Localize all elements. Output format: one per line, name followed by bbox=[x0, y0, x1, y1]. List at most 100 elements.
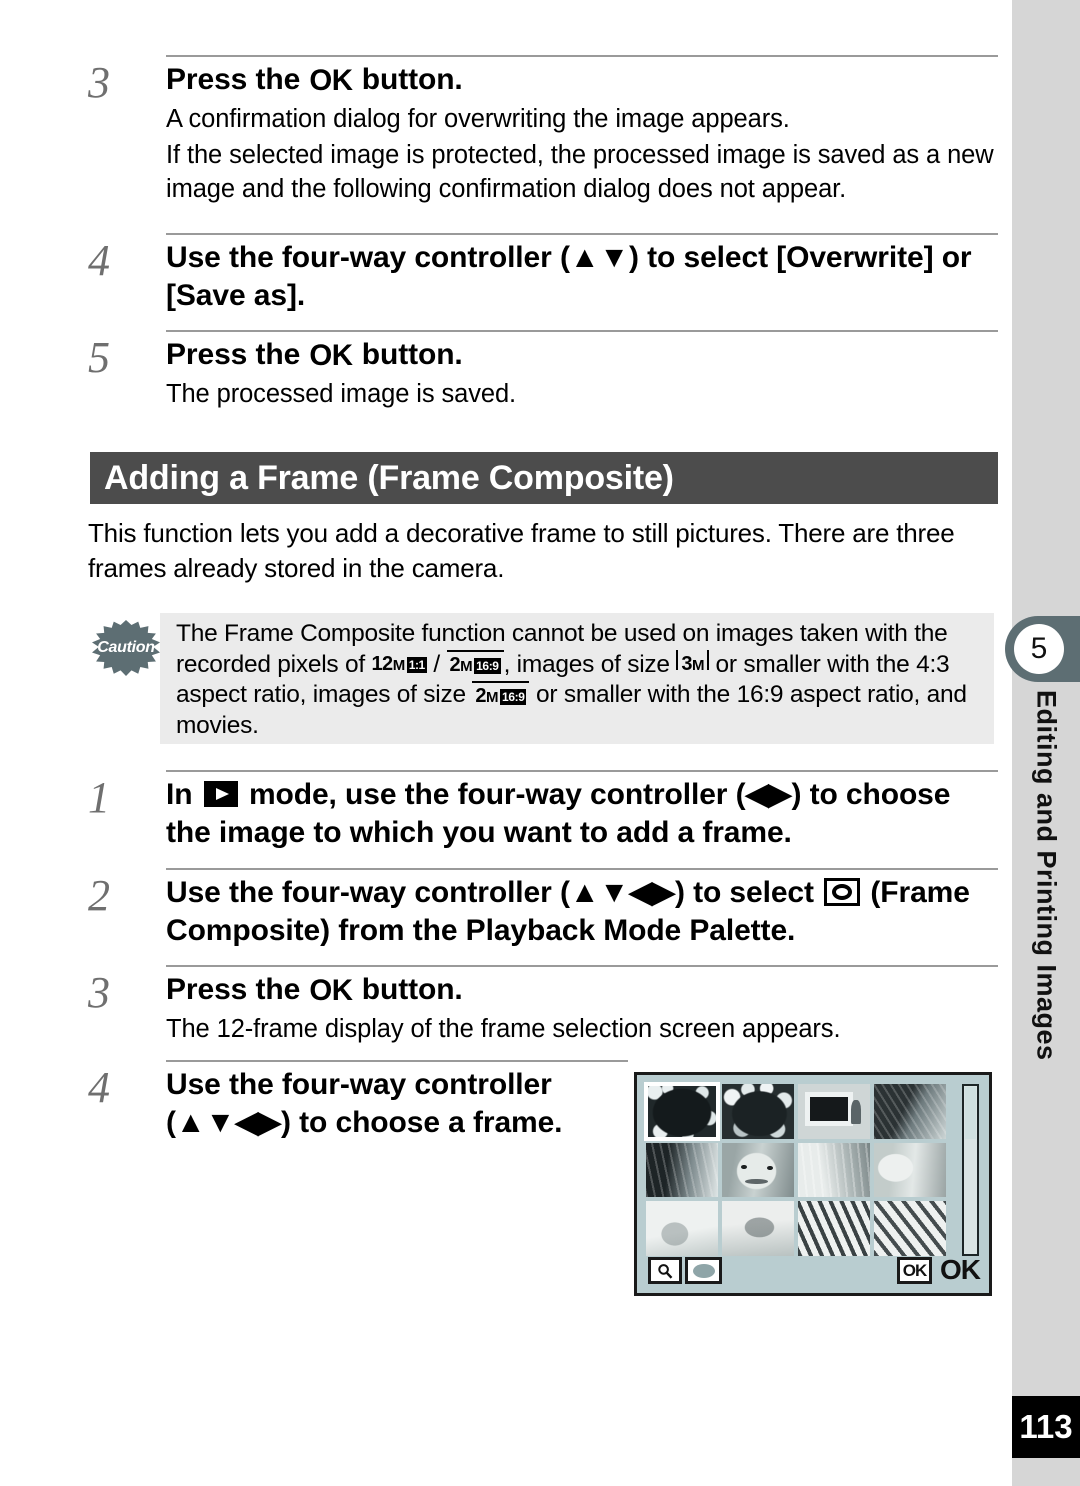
pixel-size-2m-16to9-b: 2M 16:9 bbox=[472, 680, 530, 709]
pixel-size-unit: M bbox=[486, 688, 499, 706]
step-paragraph: If the selected image is protected, the … bbox=[166, 141, 994, 204]
frame-thumbnail[interactable] bbox=[874, 1201, 946, 1256]
step-body: Use the four-way controller (▲▼◀▶) to ch… bbox=[166, 1060, 628, 1142]
lcd-scrollbar-thumb[interactable] bbox=[965, 1087, 976, 1139]
oval-icon[interactable] bbox=[685, 1257, 722, 1284]
camera-lcd-screen: OK OK bbox=[634, 1072, 992, 1296]
section-header: Adding a Frame (Frame Composite) bbox=[90, 452, 998, 504]
step-number: 5 bbox=[88, 333, 110, 382]
ok-button-glyph: OK bbox=[309, 974, 353, 1008]
step-body: Use the four-way controller (▲▼) to sele… bbox=[166, 233, 998, 315]
pixel-size-3m: 3M bbox=[676, 649, 709, 677]
step-heading-part-a: Use the four-way controller (▲▼◀▶) to se… bbox=[166, 876, 823, 909]
step-number: 1 bbox=[88, 773, 110, 822]
lcd-bottom-bar: OK OK bbox=[637, 1253, 989, 1289]
step-heading-part-b: mode, use the four-way controller (◀▶) t… bbox=[166, 778, 951, 850]
step-heading-post: button. bbox=[353, 63, 463, 96]
step-heading-pre: Press the bbox=[166, 338, 309, 371]
frame-thumbnail[interactable] bbox=[874, 1142, 946, 1198]
step-divider bbox=[166, 1060, 628, 1062]
pixel-size-value: 2 bbox=[449, 654, 461, 677]
lcd-scrollbar[interactable] bbox=[962, 1084, 979, 1256]
pixel-size-2m-16to9: 2M 16:9 bbox=[446, 650, 504, 678]
step-divider bbox=[166, 965, 998, 967]
step-heading-post: button. bbox=[353, 338, 463, 371]
ok-button-glyph: OK bbox=[309, 64, 353, 98]
page-content: 3 Press the OK button. A confirmation di… bbox=[0, 0, 1012, 1486]
step-heading: Use the four-way controller (▲▼) to sele… bbox=[166, 241, 972, 313]
step-heading-part-a: In bbox=[166, 778, 201, 811]
step-heading-pre: Press the bbox=[166, 973, 309, 1006]
frame-thumbnail[interactable] bbox=[722, 1201, 794, 1256]
oval-glyph bbox=[692, 1263, 715, 1278]
step-divider bbox=[166, 233, 998, 235]
step-block-4-bottom: 4 Use the four-way controller (▲▼◀▶) to … bbox=[88, 1060, 628, 1142]
frame-thumbnail[interactable] bbox=[722, 1084, 794, 1139]
pixel-size-unit: M bbox=[392, 656, 406, 674]
step-divider bbox=[166, 868, 998, 870]
step-paragraph: The 12-frame display of the frame select… bbox=[166, 1014, 841, 1043]
step-number: 4 bbox=[88, 236, 110, 285]
chapter-tab: 5 bbox=[1005, 616, 1080, 682]
step-body: Press the OK button. The 12-frame displa… bbox=[166, 965, 998, 1046]
frame-thumbnail[interactable] bbox=[646, 1201, 718, 1256]
pixel-size-value: 3 bbox=[681, 652, 692, 675]
frame-thumbnail[interactable] bbox=[798, 1084, 870, 1139]
chapter-number-badge: 5 bbox=[1014, 624, 1064, 674]
step-number: 2 bbox=[88, 871, 110, 920]
lcd-ok-label: OK bbox=[940, 1254, 981, 1285]
step-divider bbox=[166, 330, 998, 332]
step-paragraph: The processed image is saved. bbox=[166, 379, 517, 408]
pixel-size-unit: M bbox=[691, 656, 705, 674]
step-heading: Use the four-way controller (▲▼◀▶) to se… bbox=[166, 874, 998, 950]
step-number: 3 bbox=[88, 968, 110, 1017]
step-heading: Press the OK button. bbox=[166, 336, 998, 375]
caution-icon-label: Caution bbox=[97, 639, 155, 656]
step-divider bbox=[166, 770, 998, 772]
chapter-title-text: Editing and Printing Images bbox=[1031, 690, 1062, 1061]
step-body: In mode, use the four-way controller (◀▶… bbox=[166, 770, 998, 852]
frame-thumbnail[interactable] bbox=[874, 1084, 946, 1139]
step-paragraph: A confirmation dialog for overwriting th… bbox=[166, 104, 790, 133]
caution-icon: Caution bbox=[92, 620, 160, 676]
caution-box: The Frame Composite function cannot be u… bbox=[160, 613, 994, 744]
frame-thumbnail-selected[interactable] bbox=[644, 1082, 720, 1141]
step-heading-pre: Press the bbox=[166, 63, 309, 96]
frame-thumbnail[interactable] bbox=[798, 1201, 870, 1256]
step-body: Press the OK button. The processed image… bbox=[166, 330, 998, 411]
step-block-2-bottom: 2 Use the four-way controller (▲▼◀▶) to … bbox=[88, 868, 998, 950]
step-heading: Press the OK button. bbox=[166, 971, 998, 1010]
step-block-1-bottom: 1 In mode, use the four-way controller (… bbox=[88, 770, 998, 852]
frame-thumbnail[interactable] bbox=[722, 1142, 794, 1198]
step-heading-post: button. bbox=[353, 973, 463, 1006]
magnifier-icon[interactable] bbox=[648, 1257, 682, 1284]
step-block-5-top: 5 Press the OK button. The processed ima… bbox=[88, 330, 998, 411]
step-heading: In mode, use the four-way controller (◀▶… bbox=[166, 776, 998, 852]
step-body: Press the OK button. A confirmation dial… bbox=[166, 55, 998, 207]
ok-button-glyph: OK bbox=[309, 339, 353, 373]
caution-separator: / bbox=[426, 650, 447, 678]
step-block-4-top: 4 Use the four-way controller (▲▼) to se… bbox=[88, 233, 998, 315]
pixel-size-value: 2 bbox=[475, 684, 487, 707]
frame-thumbnail[interactable] bbox=[798, 1142, 870, 1198]
aspect-ratio-badge: 1:1 bbox=[406, 656, 427, 673]
step-number: 4 bbox=[88, 1063, 110, 1112]
page-number: 113 bbox=[1012, 1396, 1080, 1458]
step-block-3-bottom: 3 Press the OK button. The 12-frame disp… bbox=[88, 965, 998, 1046]
pixel-size-12m-1to1: 12M 1:1 bbox=[371, 652, 427, 677]
frame-selection-grid bbox=[644, 1082, 946, 1256]
pixel-size-value: 12 bbox=[371, 652, 393, 675]
step-heading: Press the OK button. bbox=[166, 61, 998, 100]
chapter-title-vertical: Editing and Printing Images bbox=[1012, 690, 1080, 1110]
section-intro-text: This function lets you add a decorative … bbox=[88, 518, 955, 583]
playback-mode-icon bbox=[203, 781, 238, 808]
frame-thumbnail[interactable] bbox=[646, 1142, 718, 1198]
frame-composite-icon bbox=[824, 878, 861, 907]
step-body: Use the four-way controller (▲▼◀▶) to se… bbox=[166, 868, 998, 950]
lcd-ok-button-glyph[interactable]: OK bbox=[897, 1257, 932, 1284]
magnifier-glyph bbox=[658, 1263, 673, 1279]
aspect-ratio-badge: 16:9 bbox=[474, 658, 501, 675]
caution-text-part-2: , images of size bbox=[503, 650, 677, 678]
pixel-size-unit: M bbox=[460, 658, 473, 676]
aspect-ratio-badge: 16:9 bbox=[500, 688, 527, 705]
